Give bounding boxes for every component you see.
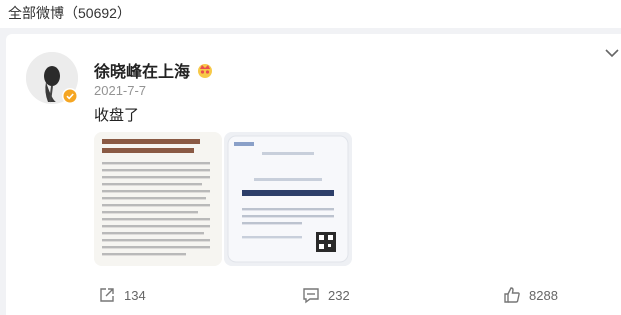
header-title: 全部微博（50692）	[8, 5, 131, 21]
post-card: 徐晓峰在上海 2021-7-7 收盘了 134 232 8288	[6, 34, 621, 315]
username[interactable]: 徐晓峰在上海	[94, 58, 190, 82]
like-count: 8288	[529, 287, 558, 303]
repost-count: 134	[124, 287, 146, 303]
post-image-1[interactable]	[94, 132, 222, 266]
post-time[interactable]: 2021-7-7	[94, 83, 146, 98]
chevron-down-icon[interactable]	[603, 46, 621, 60]
comment-button[interactable]: 232	[302, 286, 350, 304]
repost-button[interactable]: 134	[98, 286, 146, 304]
page-header: 全部微博（50692）	[0, 0, 621, 28]
repost-icon	[100, 288, 114, 302]
username-row: 徐晓峰在上海	[94, 58, 214, 82]
post-text: 收盘了	[94, 107, 140, 124]
post-image-2[interactable]	[224, 132, 352, 266]
verified-badge-icon	[62, 88, 78, 104]
like-button[interactable]: 8288	[503, 286, 558, 304]
comment-count: 232	[328, 287, 350, 303]
crown-icon	[198, 64, 213, 78]
comment-icon	[303, 288, 319, 304]
like-icon	[504, 287, 520, 303]
